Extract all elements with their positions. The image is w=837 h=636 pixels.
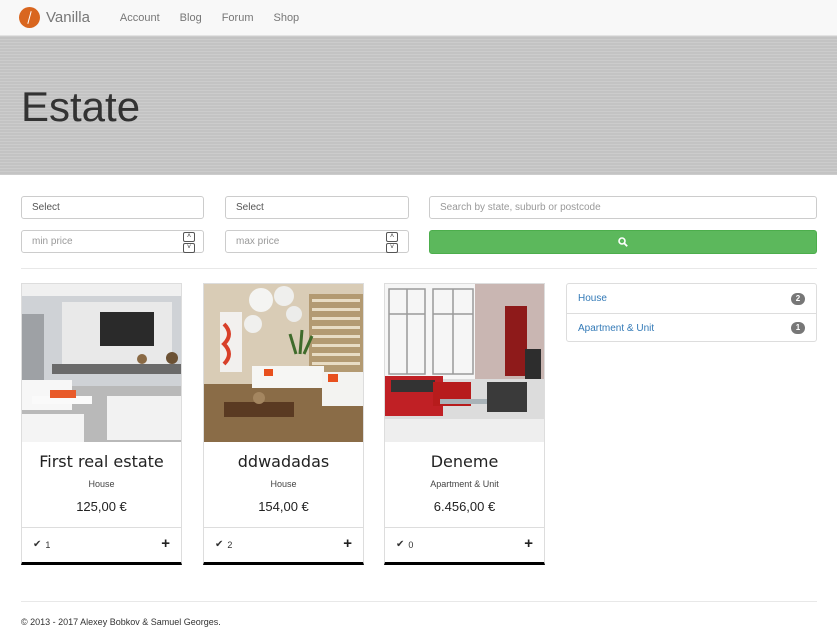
divider [21,268,817,269]
type-select[interactable]: Select [225,196,409,219]
plus-icon[interactable]: + [161,535,170,552]
plus-icon[interactable]: + [343,535,352,552]
listing-title[interactable]: Deneme [385,452,544,471]
listing-price: 154,00 € [258,499,309,514]
listing-price: 6.456,00 € [433,499,496,514]
listing-card[interactable]: ddwadadas House 154,00 € ✔ 2 + [203,283,364,565]
like-button[interactable]: ✔ 2 [215,539,232,550]
listing-photo[interactable] [22,284,181,442]
check-icon: ✔ [33,539,42,550]
count-badge: 2 [791,292,805,305]
listing-card[interactable]: Deneme Apartment & Unit 6.456,00 € ✔ 0 + [384,283,545,565]
category-item-apartment[interactable]: Apartment & Unit 1 [567,313,816,342]
like-button[interactable]: ✔ 0 [396,539,413,550]
footer-divider [21,601,817,602]
listing-title[interactable]: First real estate [22,452,181,471]
listing-type: House [270,479,297,489]
search-icon [618,237,628,247]
min-price-placeholder: min price [32,236,73,247]
category-select[interactable]: Select [21,196,204,219]
footer-copyright: © 2013 - 2017 Alexey Bobkov & Samuel Geo… [21,617,221,627]
search-button[interactable] [429,230,817,254]
like-count: 2 [227,539,233,550]
category-list: House 2 Apartment & Unit 1 [566,283,817,342]
category-item-house[interactable]: House 2 [567,284,816,313]
check-icon: ✔ [396,539,405,550]
chevron-down-icon[interactable]: ˅ [386,243,398,253]
plus-icon[interactable]: + [524,535,533,552]
brand[interactable]: Vanilla [19,7,90,28]
like-count: 0 [408,539,414,550]
listing-footer: ✔ 0 + [385,527,544,563]
listing-footer: ✔ 2 + [204,527,363,563]
category-select-value: Select [32,202,60,213]
location-search-input[interactable]: Search by state, suburb or postcode [429,196,817,219]
count-badge: 1 [791,322,805,334]
nav-link-shop[interactable]: Shop [273,12,299,24]
listing-card[interactable]: First real estate House 125,00 € ✔ 1 + [21,283,182,565]
listing-type: Apartment & Unit [430,479,499,489]
like-button[interactable]: ✔ 1 [33,539,50,550]
max-price-input[interactable]: max price ˄ ˅ [225,230,409,253]
nav-link-blog[interactable]: Blog [180,12,202,24]
location-search-placeholder: Search by state, suburb or postcode [440,202,601,213]
nav-link-account[interactable]: Account [120,12,160,24]
hero-banner: Estate [0,36,837,175]
listing-price: 125,00 € [76,499,127,514]
navbar: Vanilla Account Blog Forum Shop [0,0,837,36]
listing-photo[interactable] [204,284,363,442]
leaf-logo-icon [19,7,40,28]
max-price-placeholder: max price [236,236,280,247]
min-price-stepper[interactable]: ˄ ˅ [183,231,195,254]
listing-type: House [88,479,115,489]
like-count: 1 [45,539,51,550]
category-label[interactable]: House [578,293,607,304]
page-title: Estate [21,83,141,130]
chevron-down-icon[interactable]: ˅ [183,243,195,253]
listing-photo[interactable] [385,284,544,442]
check-icon: ✔ [215,539,224,550]
chevron-up-icon[interactable]: ˄ [386,232,398,242]
nav-link-forum[interactable]: Forum [222,12,254,24]
listing-footer: ✔ 1 + [22,527,181,563]
max-price-stepper[interactable]: ˄ ˅ [386,231,398,254]
min-price-input[interactable]: min price ˄ ˅ [21,230,204,253]
brand-name[interactable]: Vanilla [46,9,90,26]
chevron-up-icon[interactable]: ˄ [183,232,195,242]
type-select-value: Select [236,202,264,213]
listing-title[interactable]: ddwadadas [204,452,363,471]
category-label[interactable]: Apartment & Unit [578,323,654,334]
